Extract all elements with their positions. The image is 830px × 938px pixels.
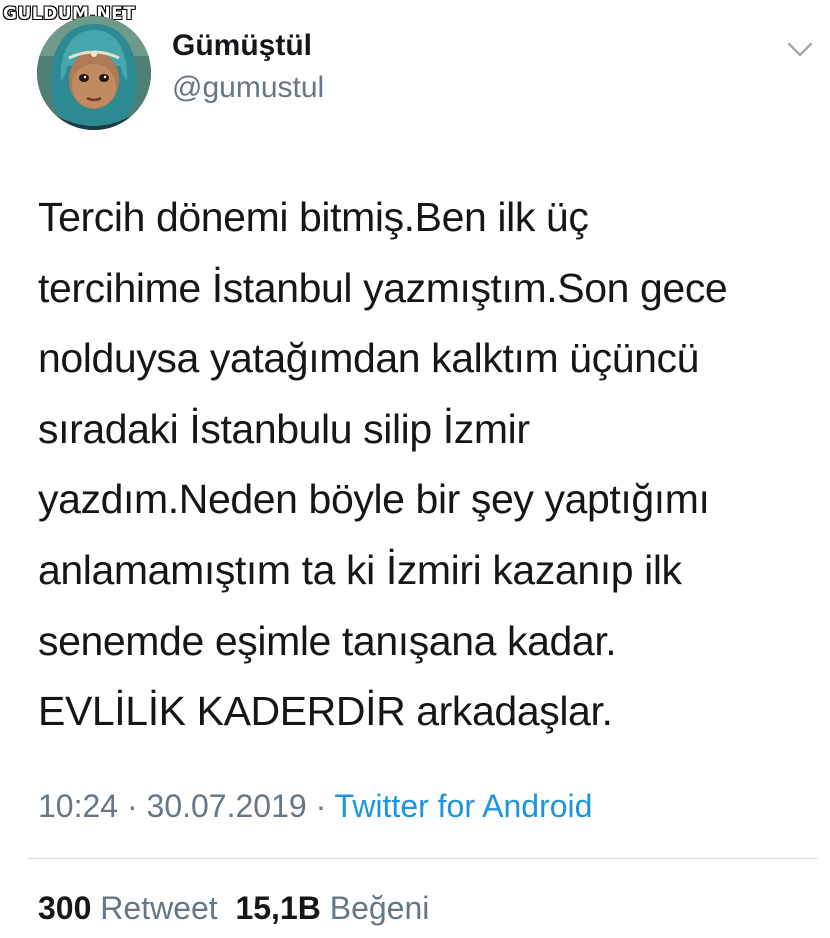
meta-separator: · [118,788,147,824]
tweet-screenshot: GULDUM.NET Gümüştül @gumustul Tercih dön… [0,0,830,938]
tweet-line: anlamamıştım ta ki İzmiri kazanıp ilk [38,546,682,593]
tweet-text: Tercih dönemi bitmiş.Ben ilk üç tercihim… [38,182,818,747]
tweet-line: senemde eşimle tanışana kadar. [38,617,617,664]
divider [28,858,818,859]
tweet-time[interactable]: 10:24 [38,788,118,824]
like-label: Beğeni [329,890,430,926]
chevron-down-icon[interactable] [784,36,816,62]
tweet-line: yazdım.Neden böyle bir şey yaptığımı [38,476,710,523]
tweet-date[interactable]: 30.07.2019 [147,788,307,824]
meta-separator: · [306,788,335,824]
avatar[interactable] [37,16,151,130]
tweet-line: tercihime İstanbul yazmıştım.Son gece [38,264,728,311]
tweet-line: sıradaki İstanbulu silip İzmir [38,405,530,452]
tweet-source-link[interactable]: Twitter for Android [335,788,593,824]
avatar-photo [37,16,151,130]
tweet-line: nolduysa yatağımdan kalktım üçüncü [38,335,699,382]
tweet-stats: 300 Retweet 15,1B Beğeni [38,888,429,928]
retweet-stat[interactable]: 300 Retweet [38,890,218,926]
user-handle[interactable]: @gumustul [172,70,324,106]
retweet-count: 300 [38,890,92,926]
tweet-meta: 10:24 · 30.07.2019 · Twitter for Android [38,786,592,826]
tweet-line: EVLİLİK KADERDİR arkadaşlar. [38,688,613,735]
tweet-line: Tercih dönemi bitmiş.Ben ilk üç [38,194,589,240]
like-stat[interactable]: 15,1B Beğeni [235,890,429,926]
like-count: 15,1B [235,890,321,926]
display-name[interactable]: Gümüştül [172,28,312,64]
retweet-label: Retweet [100,890,218,926]
